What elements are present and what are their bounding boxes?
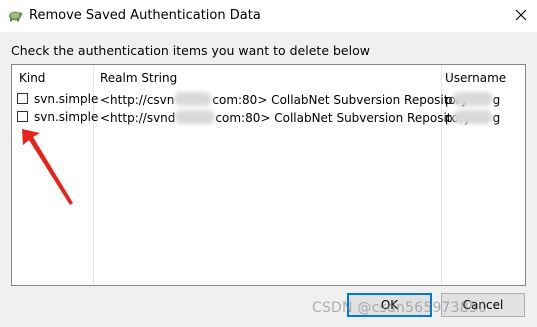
- column-header-realm[interactable]: Realm String: [100, 71, 177, 85]
- close-icon: [515, 9, 527, 24]
- username-cell: pg: [445, 92, 501, 107]
- close-button[interactable]: [504, 0, 537, 32]
- row-checkbox[interactable]: [17, 93, 28, 104]
- realm-cell: <http://svnd com:80> CollabNet Subversion…: [100, 110, 471, 125]
- column-header-username[interactable]: Username: [445, 71, 506, 85]
- remove-auth-dialog: Remove Saved Authentication Data Check t…: [0, 0, 537, 327]
- title-bar: Remove Saved Authentication Data: [0, 0, 537, 32]
- redaction-blur: [452, 110, 493, 124]
- row-checkbox[interactable]: [17, 111, 28, 122]
- redaction-blur: [174, 92, 213, 106]
- kind-cell: svn.simple: [34, 92, 99, 106]
- column-header-kind[interactable]: Kind: [19, 71, 45, 85]
- red-arrow-annotation: [22, 129, 73, 205]
- redaction-blur: [452, 92, 493, 106]
- kind-cell: svn.simple: [34, 110, 99, 124]
- username-cell: pg: [445, 110, 501, 125]
- redaction-blur: [175, 110, 216, 124]
- window-title: Remove Saved Authentication Data: [29, 8, 261, 23]
- realm-cell: <http://csvn com:80> CollabNet Subversion…: [100, 92, 468, 107]
- table-row[interactable]: svn.simple <http://svnd com:80> CollabNet…: [12, 108, 525, 126]
- tortoise-svn-icon: [7, 7, 23, 23]
- instruction-text: Check the authentication items you want …: [11, 43, 370, 58]
- table-row[interactable]: svn.simple <http://csvn com:80> CollabNet…: [12, 90, 525, 108]
- auth-items-list[interactable]: Kind Realm String Username svn.simple <h…: [11, 64, 526, 286]
- watermark: CSDN @csdn565973850: [312, 300, 488, 316]
